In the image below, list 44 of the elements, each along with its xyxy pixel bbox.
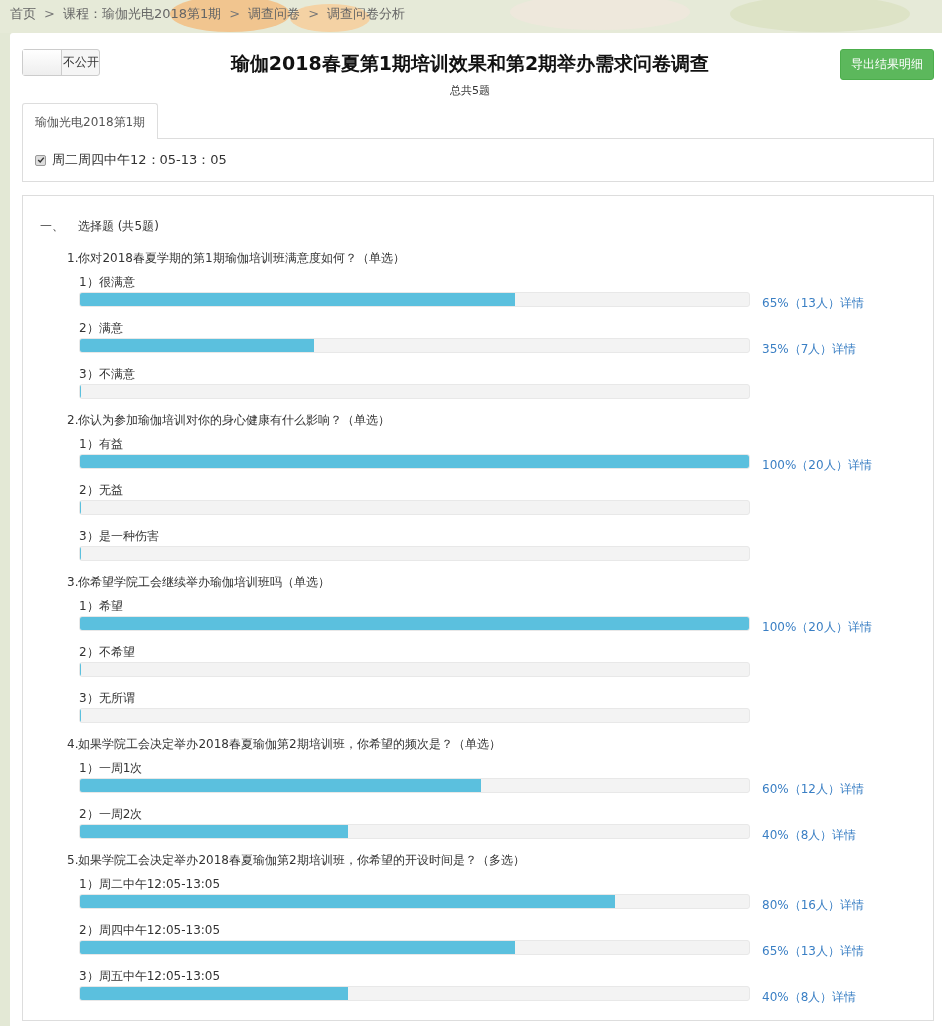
option-label: 1）周二中午12:05-13:05 (79, 876, 222, 893)
result-link[interactable]: 100%（20人）详情 (762, 457, 872, 474)
result-link[interactable]: 60%（12人）详情 (762, 781, 864, 798)
checkbox[interactable] (35, 154, 46, 166)
question-title: 2.你认为参加瑜伽培训对你的身心健康有什么影响？（单选） (67, 412, 392, 429)
option-label: 2）不希望 (79, 644, 136, 661)
breadcrumb-separator: > (308, 6, 320, 21)
option-label: 3）周五中午12:05-13:05 (79, 968, 222, 985)
option-label: 2）周四中午12:05-13:05 (79, 922, 222, 939)
result-link[interactable]: 100%（20人）详情 (762, 619, 872, 636)
option-label: 2）满意 (79, 320, 124, 337)
result-link[interactable]: 40%（8人）详情 (762, 989, 857, 1006)
breadcrumb-link[interactable]: 课程：瑜伽光电2018第1期 (62, 4, 222, 23)
option-label: 3）无所谓 (79, 690, 136, 707)
result-link[interactable]: 65%（13人）详情 (762, 943, 864, 960)
option-label: 1）希望 (79, 598, 124, 615)
section-title: 选择题 (共5题) (78, 218, 159, 235)
option-label: 3）不满意 (79, 366, 136, 383)
option-label: 2）一周2次 (79, 806, 144, 823)
option-label: 1）很满意 (79, 274, 136, 291)
breadcrumb-link[interactable]: 调查问卷 (248, 4, 301, 23)
breadcrumb-link[interactable]: 调查问卷分析 (327, 4, 406, 23)
option-label: 2）无益 (79, 482, 124, 499)
option-label: 3）是一种伤害 (79, 528, 160, 545)
result-link[interactable]: 80%（16人）详情 (762, 897, 864, 914)
question-title: 1.你对2018春夏学期的第1期瑜伽培训班满意度如何？（单选） (67, 250, 406, 267)
section-number: 一、 (40, 218, 64, 235)
breadcrumb-separator: > (229, 6, 241, 21)
option-label: 1）一周1次 (79, 760, 144, 777)
question-title: 4.如果学院工会决定举办2018春夏瑜伽第2期培训班，你希望的频次是？（单选） (67, 736, 502, 753)
breadcrumb-separator: > (44, 6, 55, 21)
session-label: 周二周四中午12：05-13：05 (52, 151, 227, 169)
export-button[interactable]: 导出结果明细 (840, 49, 934, 80)
breadcrumb-link[interactable]: 首页 (10, 4, 36, 23)
result-link[interactable]: 65%（13人）详情 (762, 295, 864, 312)
visibility-toggle[interactable]: 不公开 (22, 49, 100, 76)
question-title: 5.如果学院工会决定举办2018春夏瑜伽第2期培训班，你希望的开设时间是？（多选） (67, 852, 526, 869)
question-count: 总共5题 (449, 83, 491, 98)
survey-title: 瑜伽2018春夏第1期培训效果和第2期举办需求问卷调查 (229, 51, 711, 76)
result-link[interactable]: 35%（7人）详情 (762, 341, 857, 358)
result-link[interactable]: 40%（8人）详情 (762, 827, 857, 844)
option-label: 1）有益 (79, 436, 124, 453)
question-title: 3.你希望学院工会继续举办瑜伽培训班吗（单选） (67, 574, 332, 591)
tab[interactable]: 瑜伽光电2018第1期 (22, 103, 159, 139)
